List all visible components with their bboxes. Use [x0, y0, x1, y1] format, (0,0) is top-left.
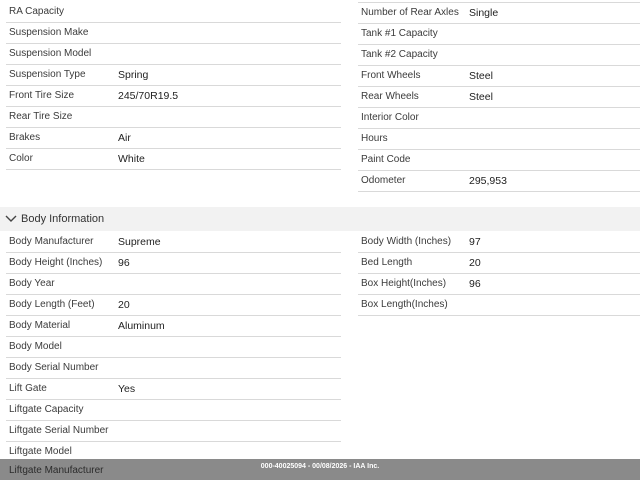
detail-label: Liftgate Manufacturer — [9, 465, 104, 476]
detail-label: Hours — [361, 133, 388, 144]
detail-label: Body Manufacturer — [9, 236, 94, 247]
detail-label: Body Year — [9, 278, 55, 289]
detail-row: Body Length (Feet) 20 — [6, 295, 341, 316]
detail-row: Box Length(Inches) — [358, 295, 640, 316]
chevron-down-icon[interactable] — [5, 214, 17, 224]
detail-row: Interior Color — [358, 108, 640, 129]
detail-row: Front Tire Size 245/70R19.5 — [6, 86, 341, 107]
detail-row: Body Manufacturer Supreme — [6, 232, 341, 253]
detail-value: Yes — [118, 383, 136, 395]
detail-label: Number of Rear Axles — [361, 7, 459, 18]
detail-label: Body Serial Number — [9, 362, 99, 373]
detail-row: Body Width (Inches) 97 — [358, 232, 640, 253]
detail-row: RA Capacity — [6, 2, 341, 23]
detail-label: Interior Color — [361, 112, 419, 123]
vehicle-details-left: RA Capacity Suspension Make Suspension M… — [6, 2, 341, 170]
body-information-header[interactable]: Body Information — [0, 207, 640, 231]
detail-row: Liftgate Capacity — [6, 400, 341, 421]
vehicle-details-right: Number of Rear Axles Single Tank #1 Capac… — [358, 3, 640, 192]
detail-row: Body Material Aluminum — [6, 316, 341, 337]
detail-row: Suspension Type Spring — [6, 65, 341, 86]
detail-label: Odometer — [361, 175, 406, 186]
detail-label: Front Tire Size — [9, 90, 75, 101]
detail-value: 295,953 — [469, 175, 507, 187]
detail-label: Lift Gate — [9, 383, 47, 394]
detail-label: Box Height(Inches) — [361, 278, 447, 289]
detail-row: Hours — [358, 129, 640, 150]
detail-label: Suspension Type — [9, 69, 86, 80]
detail-row: Number of Rear Axles Single — [358, 3, 640, 24]
detail-value: 97 — [469, 236, 481, 248]
detail-value: 245/70R19.5 — [118, 90, 179, 102]
detail-label: Liftgate Serial Number — [9, 425, 109, 436]
detail-value: Spring — [118, 69, 149, 81]
detail-label: Body Height (Inches) — [9, 257, 103, 268]
detail-value: 20 — [469, 257, 481, 269]
detail-label: Front Wheels — [361, 70, 421, 81]
detail-label: Liftgate Capacity — [9, 404, 84, 415]
detail-label: Suspension Make — [9, 27, 89, 38]
body-details-left: Body Manufacturer Supreme Body Height (In… — [6, 232, 341, 463]
detail-value: 96 — [118, 257, 130, 269]
detail-row: Liftgate Serial Number — [6, 421, 341, 442]
detail-label: Tank #2 Capacity — [361, 49, 438, 60]
detail-row: Rear Wheels Steel — [358, 87, 640, 108]
detail-label: Body Material — [9, 320, 71, 331]
detail-row: Color White — [6, 149, 341, 170]
detail-row: Body Model — [6, 337, 341, 358]
detail-label: Body Model — [9, 341, 62, 352]
detail-row: Suspension Make — [6, 23, 341, 44]
detail-row: Tank #1 Capacity — [358, 24, 640, 45]
detail-value: 20 — [118, 299, 130, 311]
section-title: Body Information — [21, 213, 105, 225]
detail-row: Front Wheels Steel — [358, 66, 640, 87]
detail-row: Brakes Air — [6, 128, 341, 149]
detail-value: 96 — [469, 278, 481, 290]
detail-row: Body Year — [6, 274, 341, 295]
detail-label: Box Length(Inches) — [361, 299, 448, 310]
detail-value: Steel — [469, 91, 493, 103]
detail-label: RA Capacity — [9, 6, 65, 17]
detail-label: Brakes — [9, 132, 41, 143]
detail-label: Body Width (Inches) — [361, 236, 452, 247]
detail-label: Color — [9, 153, 33, 164]
detail-label: Rear Wheels — [361, 91, 419, 102]
detail-row: Paint Code — [358, 150, 640, 171]
detail-row: Lift Gate Yes — [6, 379, 341, 400]
detail-row: Tank #2 Capacity — [358, 45, 640, 66]
detail-value: Single — [469, 7, 499, 19]
detail-label: Suspension Model — [9, 48, 92, 59]
detail-row: Rear Tire Size — [6, 107, 341, 128]
body-details-right: Body Width (Inches) 97 Bed Length 20 Box H… — [358, 232, 640, 316]
detail-label: Paint Code — [361, 154, 411, 165]
detail-row: Odometer 295,953 — [358, 171, 640, 192]
detail-value: Steel — [469, 70, 493, 82]
detail-value: White — [118, 153, 145, 165]
detail-value: Air — [118, 132, 131, 144]
detail-label: Rear Tire Size — [9, 111, 73, 122]
detail-label: Tank #1 Capacity — [361, 28, 438, 39]
detail-value: Supreme — [118, 236, 161, 248]
detail-label: Bed Length — [361, 257, 413, 268]
detail-row: Body Height (Inches) 96 — [6, 253, 341, 274]
detail-label: Body Length (Feet) — [9, 299, 95, 310]
detail-row: Suspension Model — [6, 44, 341, 65]
detail-row: Box Height(Inches) 96 — [358, 274, 640, 295]
detail-row: Body Serial Number — [6, 358, 341, 379]
detail-row: Bed Length 20 — [358, 253, 640, 274]
detail-value: Aluminum — [118, 320, 165, 332]
